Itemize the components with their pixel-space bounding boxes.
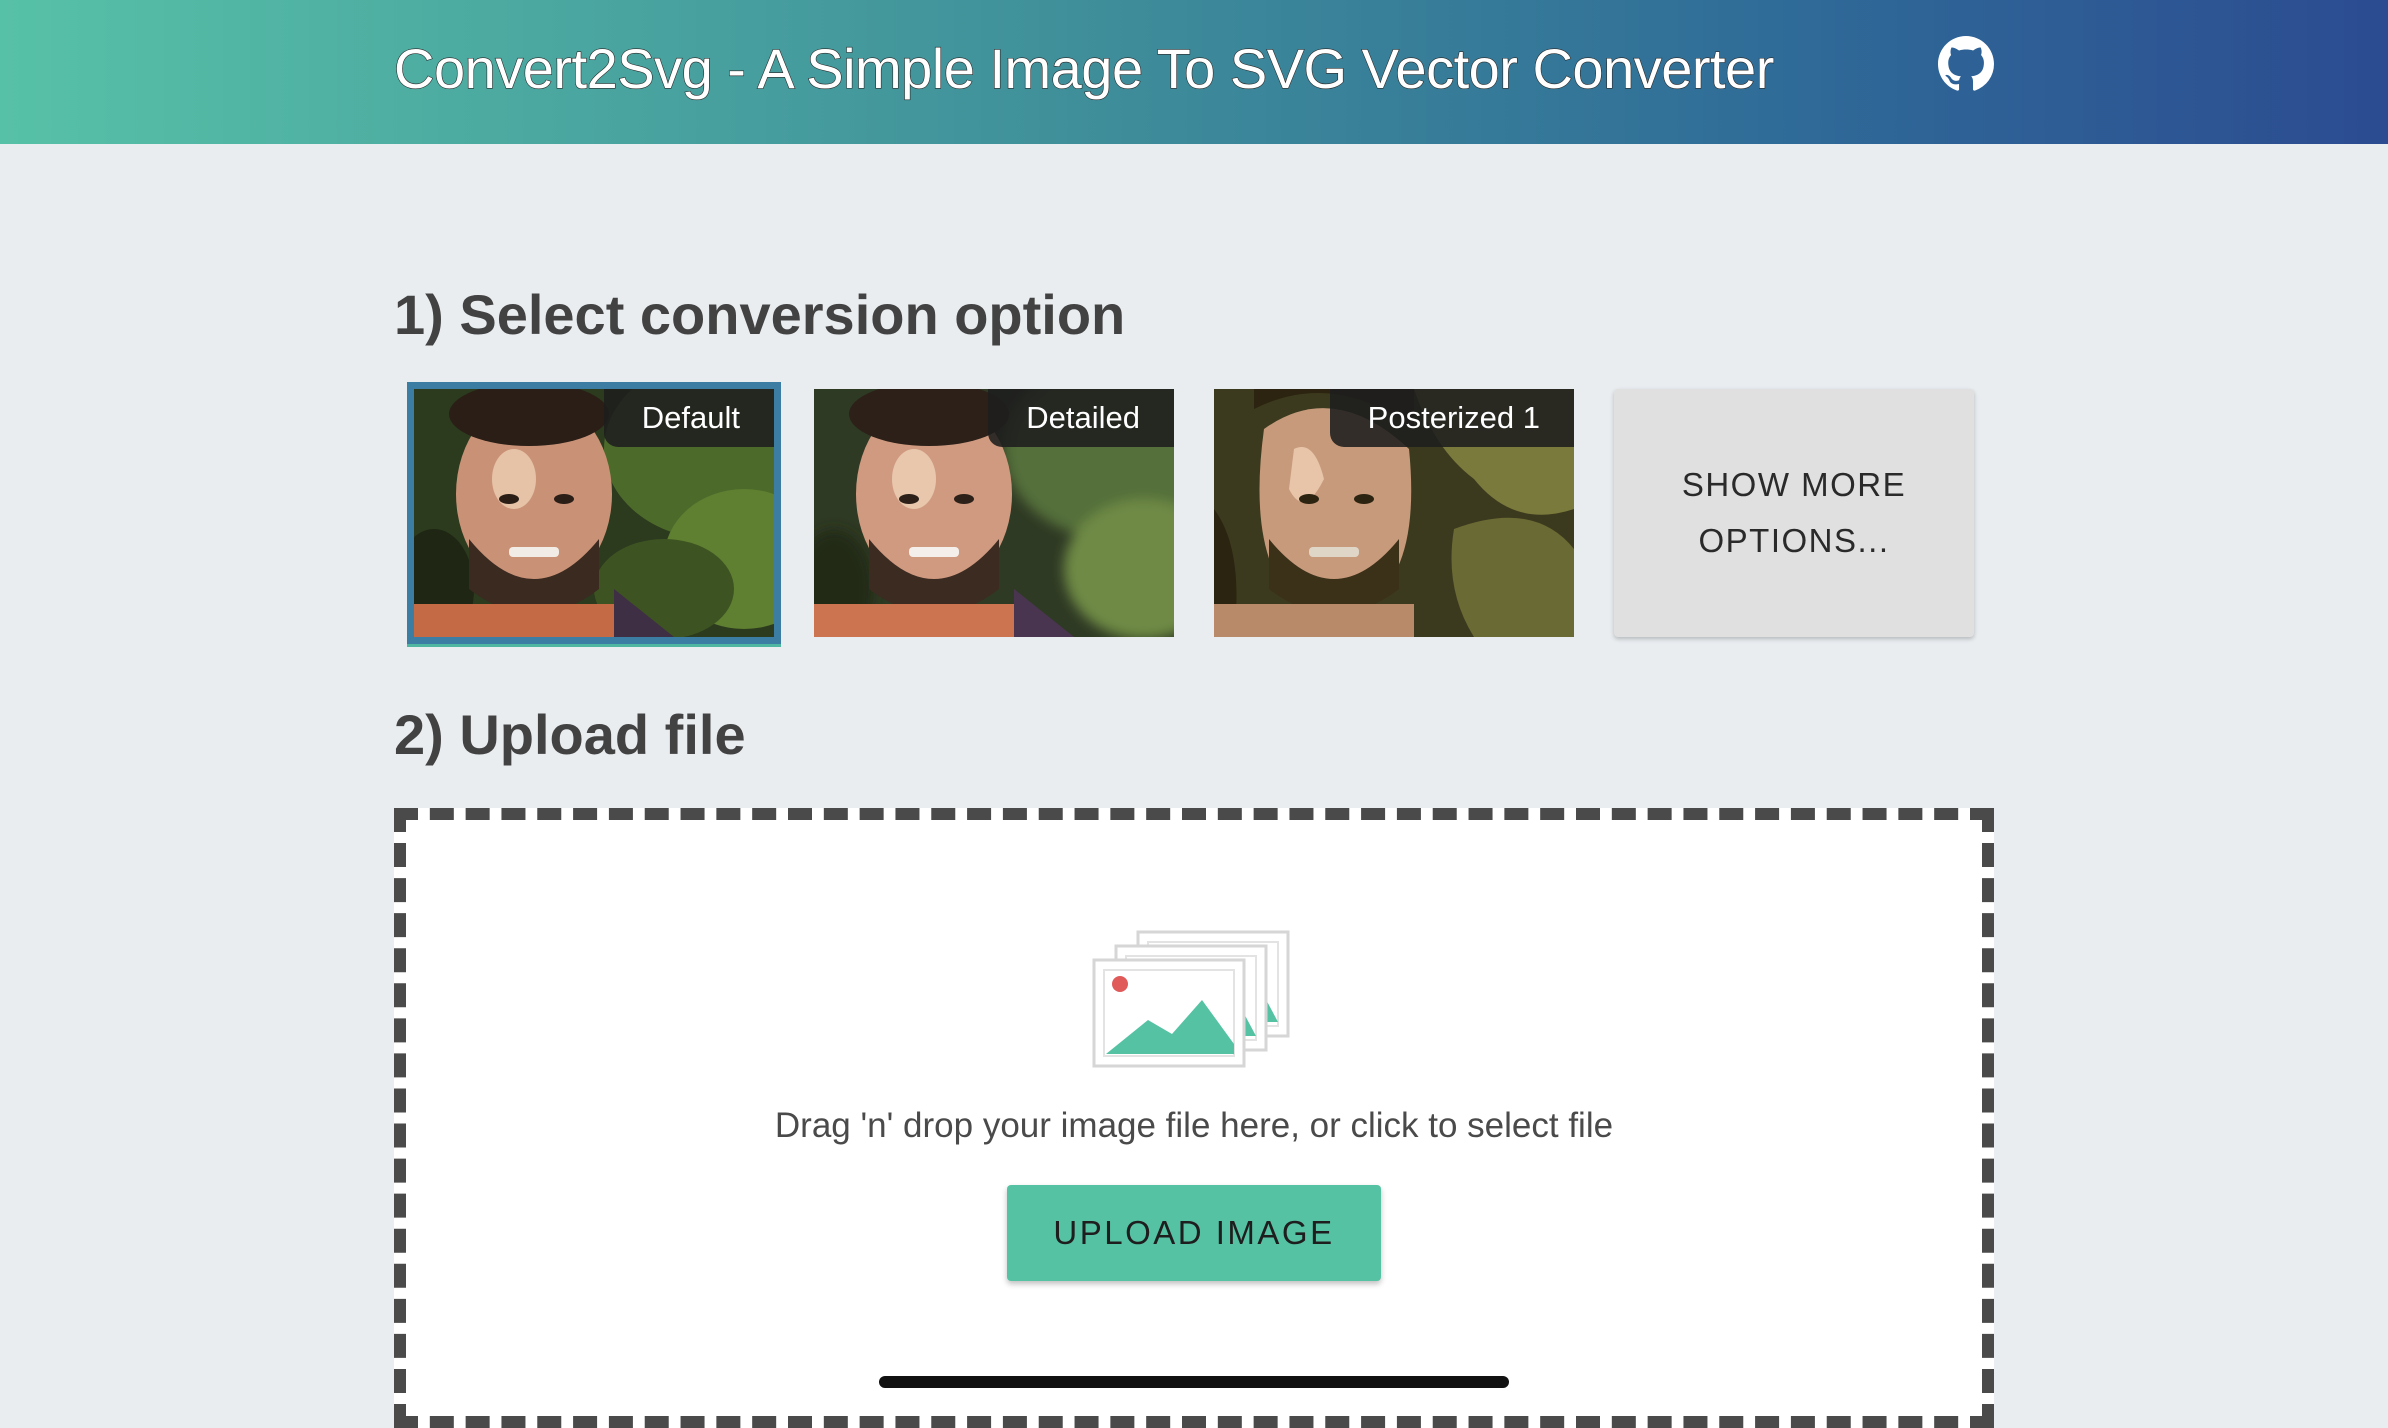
show-more-options-label: SHOW MORE OPTIONS... xyxy=(1681,466,1907,559)
option-label: Default xyxy=(603,389,774,447)
app-header: Convert2Svg - A Simple Image To SVG Vect… xyxy=(0,0,2388,144)
upload-image-button[interactable]: UPLOAD IMAGE xyxy=(1007,1185,1381,1281)
step2-heading: 2) Upload file xyxy=(394,703,746,766)
show-more-options-button[interactable]: SHOW MORE OPTIONS... xyxy=(1614,389,1974,637)
home-indicator xyxy=(879,1376,1509,1388)
github-icon xyxy=(1938,36,1994,91)
option-label: Detailed xyxy=(988,389,1174,447)
dropzone-instructions: Drag 'n' drop your image file here, or c… xyxy=(774,1106,1614,1145)
image-stack-icon xyxy=(1092,930,1290,1068)
option-detailed[interactable]: Detailed xyxy=(814,389,1174,637)
step1-heading: 1) Select conversion option xyxy=(394,283,1126,346)
app-title: Convert2Svg - A Simple Image To SVG Vect… xyxy=(393,36,1775,100)
option-posterized-1[interactable]: Posterized 1 xyxy=(1214,389,1574,637)
option-label: Posterized 1 xyxy=(1329,389,1574,447)
github-link[interactable] xyxy=(1938,36,1994,92)
option-default[interactable]: Default xyxy=(407,382,781,644)
